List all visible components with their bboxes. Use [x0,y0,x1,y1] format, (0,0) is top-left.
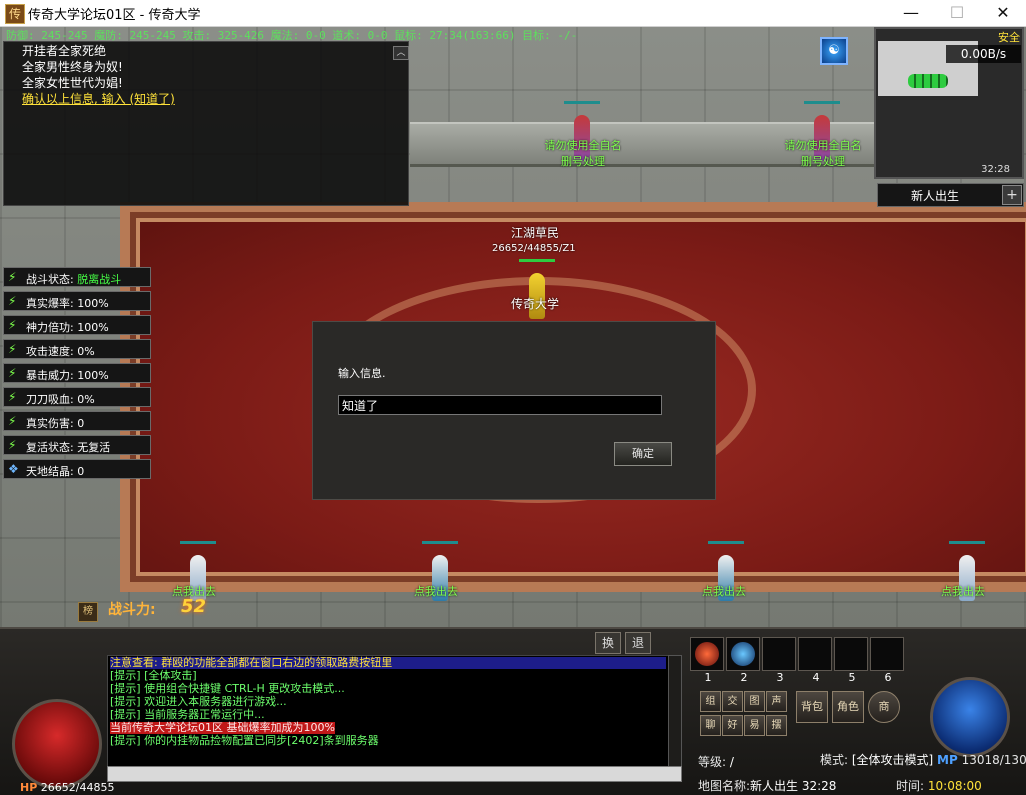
player-title: 江湖草民 [511,226,560,240]
exit-npc-label: 点我出去 [941,585,985,598]
combat-power-label: 战斗力: [108,602,156,618]
close-button[interactable]: ✕ [980,0,1026,26]
lightning-icon: ⚡ [8,342,17,356]
exchange-button[interactable]: 易 [744,715,765,736]
message-line: 全家女性世代为娼! [22,76,123,90]
minimap[interactable]: 0.00B/s 安全 32:28 [874,27,1024,179]
attack-mode-readout[interactable]: 模式: [全体攻击模式] [820,751,933,768]
trade-button[interactable]: 交 [722,691,743,712]
combat-power-value: 52 [181,596,207,617]
fire-skill-icon [695,642,719,666]
lightning-icon: ⚡ [8,366,17,380]
minimize-button[interactable]: — [888,0,934,26]
skill-slot-5[interactable]: 5 [834,637,868,684]
logout-button[interactable]: 退 [625,632,651,654]
skill-slot-3[interactable]: 3 [762,637,796,684]
time-readout: 时间: 10:08:00 [896,779,982,793]
chat-row: [提示] [全体攻击] [110,669,197,682]
window-titlebar: 传 传奇大学论坛01区 - 传奇大学 — ☐ ✕ [0,0,1026,27]
confirm-instruction-link[interactable]: 确认以上信息, 输入 (知道了) [22,90,175,107]
input-dialog: 输入信息. 确定 [312,321,716,500]
character-button[interactable]: 角色 [832,691,864,723]
message-line: 开挂者全家死绝 [22,44,107,58]
player-name: 传奇大学 [511,297,560,311]
stat-drop-rate: ⚡ 真实爆率: 100% [3,291,151,311]
mp-readout: MP 13018/13018 [937,753,1026,767]
app-icon: 传 [5,4,25,24]
chat-button[interactable]: 聊 [700,715,721,736]
lightning-icon: ⚡ [8,294,17,308]
mp-orb [930,677,1010,757]
expand-map-button[interactable]: + [1002,185,1022,205]
meditation-icon[interactable]: ☯ [820,37,848,65]
stat-attack-speed: ⚡ 攻击速度: 0% [3,339,151,359]
lightning-icon: ⚡ [8,390,17,404]
group-button[interactable]: 组 [700,691,721,712]
window-title: 传奇大学论坛01区 - 传奇大学 [28,8,201,23]
ice-skill-icon [731,642,755,666]
bag-button[interactable]: 背包 [796,691,828,723]
map-button[interactable]: 图 [744,691,765,712]
stat-crit-power: ⚡ 暴击威力: 100% [3,363,151,383]
stat-revive-status: ⚡ 复活状态: 无复活 [3,435,151,455]
dialog-input[interactable] [338,395,662,415]
stat-lifesteal: ⚡ 刀刀吸血: 0% [3,387,151,407]
chat-scrollbar[interactable] [668,655,682,767]
collapse-icon[interactable]: ︿ [393,46,409,60]
chat-row: [提示] 当前服务器正常运行中... [110,708,265,721]
maximize-button[interactable]: ☐ [934,0,980,26]
exit-npc-label: 点我出去 [702,585,746,598]
stall-button[interactable]: 摆 [766,715,787,736]
chat-row: [提示] 你的内挂物品捡物配置已同步[2402]条到服务器 [110,734,379,747]
lightning-icon: ⚡ [8,414,17,428]
stat-crystal: ❖ 天地结晶: 0 [3,459,151,479]
chat-input[interactable] [107,766,682,782]
lightning-icon: ⚡ [8,318,17,332]
map-name-box: 新人出生 + [877,183,1024,207]
map-readout: 地图名称:新人出生 32:28 [698,779,837,793]
map-name: 新人出生 [911,189,960,203]
player-hp-level: 26652/44855/Z1 [492,243,576,254]
stat-true-damage: ⚡ 真实伤害: 0 [3,411,151,431]
bottom-hud: HP 26652/44855 换 退 注意查看: 群殴的功能全部都在窗口右边的领… [0,627,1026,795]
chat-log: 注意查看: 群殴的功能全部都在窗口右边的领取路费按钮里 [提示] [全体攻击] … [107,655,669,767]
skill-slot-1[interactable]: 1 [690,637,724,684]
chat-row: 当前传奇大学论坛01区 基础爆率加成为100% [110,721,335,734]
minimap-coords: 32:28 [981,164,1010,175]
chat-row: [提示] 欢迎进入本服务器进行游戏... [110,695,287,708]
level-readout: 等级: / [698,755,734,769]
skill-slot-6[interactable]: 6 [870,637,904,684]
lightning-icon: ⚡ [8,270,17,284]
lightning-icon: ⚡ [8,438,17,452]
game-viewport[interactable]: 请勿使用全自名 删号处理 请勿使用全自名 删号处理 江湖草民 26652/44855… [0,27,1026,795]
chat-row: 注意查看: 群殴的功能全部都在窗口右边的领取路费按钮里 [110,657,666,669]
skill-slot-2[interactable]: 2 [726,637,760,684]
message-line: 全家男性终身为奴! [22,60,123,74]
stat-power-multiplier: ⚡ 神力倍功: 100% [3,315,151,335]
confirm-button[interactable]: 确定 [614,442,672,466]
skill-slot-4[interactable]: 4 [798,637,832,684]
shop-button[interactable]: 商 [868,691,900,723]
crystal-icon: ❖ [8,462,19,476]
combat-power: 榜 战斗力: 52 [78,595,278,625]
friend-button[interactable]: 好 [722,715,743,736]
message-box: 开挂者全家死绝 全家男性终身为奴! 全家女性世代为娼! 确认以上信息, 输入 (… [3,41,409,206]
hp-orb [12,699,102,789]
safe-zone-badge: 安全 [996,29,1022,45]
dialog-prompt: 输入信息. [338,367,386,380]
stat-combat-status: ⚡ 战斗状态: 脱离战斗 [3,267,151,287]
switch-button[interactable]: 换 [595,632,621,654]
npc-top-right-label: 请勿使用全自名 删号处理 [784,139,862,168]
npc-top-left-label: 请勿使用全自名 删号处理 [544,139,622,168]
exit-npc-label: 点我出去 [414,585,458,598]
chat-row: [提示] 使用组合快捷键 CTRL-H 更改攻击模式... [110,682,345,695]
hp-readout: HP 26652/44855 [20,781,115,794]
sound-button[interactable]: 声 [766,691,787,712]
ranking-button[interactable]: 榜 [78,602,98,622]
network-speed: 0.00B/s [946,45,1021,63]
